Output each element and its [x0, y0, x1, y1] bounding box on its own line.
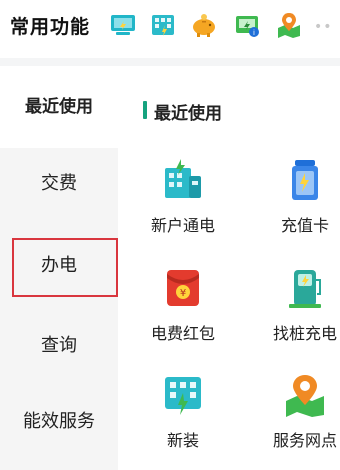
highlight-frame: [12, 238, 118, 297]
section-accent-bar: [143, 101, 147, 119]
more-icon[interactable]: ••: [314, 19, 333, 35]
tile-find-charging-pile[interactable]: 找桩充电: [255, 266, 340, 344]
header-title: 常用功能: [10, 16, 91, 38]
piggy-bank-icon[interactable]: [191, 12, 217, 38]
tile-new-household-power[interactable]: 新户通电: [133, 158, 233, 236]
sidebar-item-energy-efficiency[interactable]: 能效服务: [0, 407, 118, 433]
red-envelope-icon: ¥: [167, 270, 199, 306]
tile-new-install[interactable]: 新装: [133, 373, 233, 451]
tile-label: 新户通电: [150, 216, 215, 235]
sidebar-item-recent[interactable]: 最近使用: [0, 66, 118, 148]
svg-text:i: i: [253, 29, 255, 37]
monitor-icon[interactable]: [110, 12, 136, 38]
section-title: 最近使用: [154, 104, 222, 124]
tile-recharge-card[interactable]: 充值卡: [255, 158, 340, 236]
svg-text:¥: ¥: [180, 288, 186, 299]
tile-label: 找桩充电: [272, 324, 337, 343]
new-install-icon: [165, 377, 201, 415]
tile-label: 充值卡: [280, 216, 329, 235]
map-location-icon[interactable]: [276, 12, 302, 38]
service-location-icon: [286, 375, 324, 417]
tile-label: 新装: [166, 431, 199, 450]
tile-bill-red-envelope[interactable]: ¥ 电费红包: [133, 266, 233, 344]
tile-service-outlet[interactable]: 服务网点: [255, 373, 340, 451]
sidebar-item-payment[interactable]: 交费: [0, 169, 118, 195]
sidebar-item-query[interactable]: 查询: [0, 331, 118, 357]
recharge-card-icon: [292, 160, 318, 200]
wallet-icon[interactable]: i: [234, 12, 260, 38]
main-content: 最近使用 新户通电 充值卡 ¥ 电费红包 找桩充电 新装 服务网点: [118, 66, 340, 470]
header: 常用功能 i ••: [0, 0, 340, 54]
tile-label: 电费红包: [150, 324, 215, 343]
building-icon[interactable]: [150, 12, 176, 38]
divider: [0, 58, 340, 66]
tile-label: 服务网点: [272, 431, 337, 450]
building-power-icon: [165, 159, 201, 198]
charging-pile-icon: [289, 270, 321, 308]
